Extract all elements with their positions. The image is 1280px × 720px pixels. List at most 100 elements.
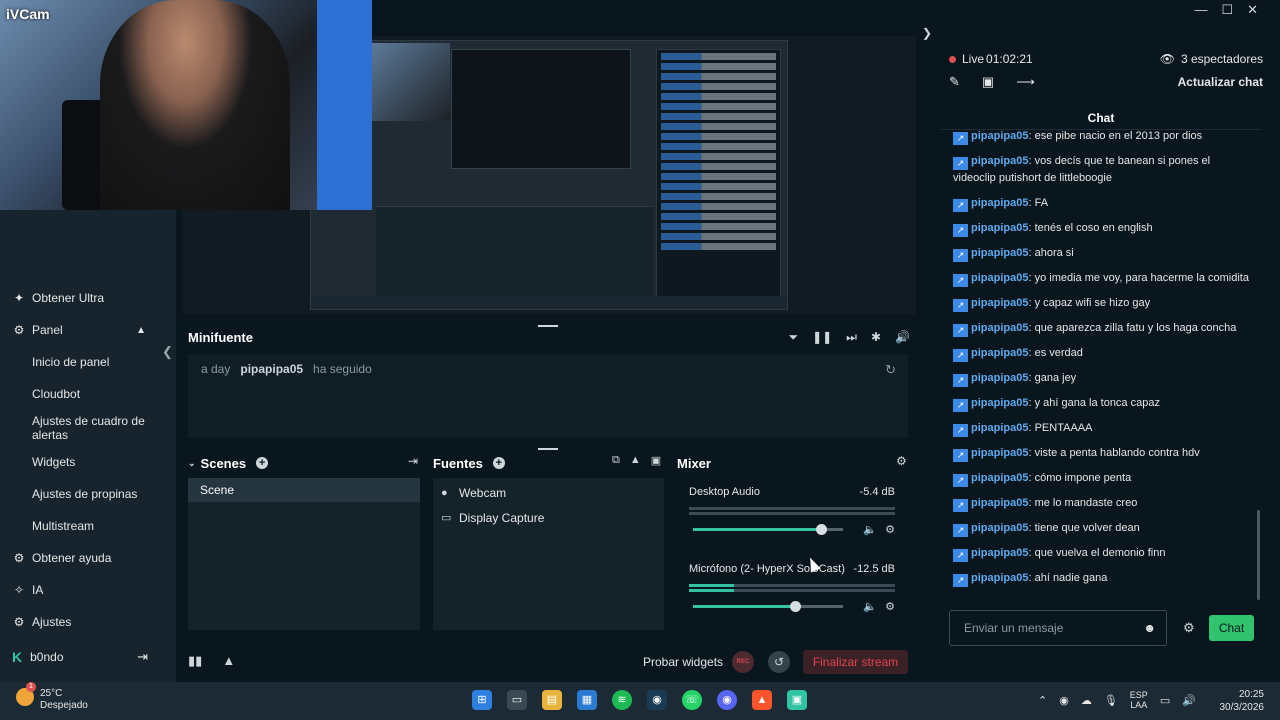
refresh-chat-button[interactable]: Actualizar chat [1178,75,1263,89]
scene-transitions-icon[interactable]: ⇥ [408,454,418,468]
microphone-icon[interactable]: 🎙 [1104,694,1118,707]
popout-icon[interactable]: ▣ [982,74,994,90]
chat-username[interactable]: pipapipa05 [971,447,1028,459]
store-icon[interactable]: ▦ [577,690,597,710]
start-icon[interactable]: ⊞ [472,690,492,710]
whatsapp-icon[interactable]: ☏ [682,690,702,710]
source-item-display-capture[interactable]: ▭ Display Capture [433,505,664,530]
sidebar-item-cloudbot[interactable]: Cloudbot [0,378,176,410]
speaker-icon[interactable]: 🔈 [863,600,877,613]
sidebar-item-ajustes-propinas[interactable]: Ajustes de propinas [0,478,176,510]
test-widgets-button[interactable]: Probar widgets [643,655,723,669]
onedrive-icon[interactable]: ☁ [1081,694,1092,707]
sidebar-item-multistream[interactable]: Multistream [0,510,176,542]
mixer-settings-icon[interactable]: ⚙ [896,454,907,468]
chat-username[interactable]: pipapipa05 [971,422,1028,434]
filter-icon[interactable]: ⏷ [788,330,798,345]
record-button[interactable]: REC [732,651,754,673]
chat-input[interactable]: Enviar un mensaje ☻ [949,610,1167,646]
minimize-icon[interactable]: — [1194,2,1207,18]
replay-event-icon[interactable]: ↻ [885,362,896,378]
sidebar-item-obtener-ayuda[interactable]: ⚙ Obtener ayuda [0,542,176,574]
stats-icon[interactable]: ▮▮ [188,653,202,669]
volume-icon[interactable]: 🔊 [895,330,910,345]
volume-slider-knob[interactable] [815,524,827,535]
close-icon[interactable]: ✕ [1247,2,1258,18]
notifications-icon[interactable]: ▲ [222,653,235,669]
chat-username[interactable]: pipapipa05 [971,497,1028,509]
chat-username[interactable]: pipapipa05 [971,247,1028,259]
expand-chat-icon[interactable]: ❯ [922,26,932,40]
source-item-webcam[interactable]: ● Webcam [433,480,664,505]
sidebar-item-ajustes-alertas[interactable]: Ajustes de cuadro de alertas [0,410,176,446]
collapse-sidebar-icon[interactable]: ❮ [162,344,173,360]
source-folder-icon[interactable]: ▣ [651,454,661,467]
speaker-icon[interactable]: 🔈 [863,523,877,536]
chat-username[interactable]: pipapipa05 [971,297,1028,309]
volume-slider-knob[interactable] [790,601,801,612]
language-indicator[interactable]: ESP LAA [1130,690,1148,710]
chat-username[interactable]: pipapipa05 [971,130,1028,142]
chevron-down-icon[interactable]: ⌄ [188,458,196,469]
add-scene-icon[interactable]: + [256,457,269,469]
steam-icon[interactable]: ◉ [647,690,667,710]
skip-icon[interactable]: ⏭ [846,330,857,345]
event-user[interactable]: pipapipa05 [240,362,303,376]
chat-username[interactable]: pipapipa05 [971,322,1028,334]
chat-username[interactable]: pipapipa05 [971,472,1028,484]
chat-username[interactable]: pipapipa05 [971,572,1028,584]
discord-tray-icon[interactable]: ◉ [1059,694,1069,707]
chat-settings-icon[interactable]: ⚙ [1183,620,1195,636]
discord-icon[interactable]: ◉ [717,690,737,710]
weather-widget[interactable]: 1 25°C Despejado [16,682,88,712]
scene-item[interactable]: Scene [188,478,420,502]
logout-icon[interactable]: ⇥ [137,649,148,665]
share-icon[interactable]: ⟶ [1016,74,1035,90]
brave-icon[interactable]: ▲ [752,690,772,710]
channel-settings-icon[interactable]: ⚙ [885,600,895,613]
streamlabs-icon[interactable]: ▣ [787,690,807,710]
sidebar-item-ajustes[interactable]: ⚙ Ajustes [0,606,176,638]
chat-username[interactable]: pipapipa05 [971,222,1028,234]
sidebar-item-inicio-de-panel[interactable]: Inicio de panel [0,346,176,378]
minifuente-panel: Minifuente ⏷ ❚❚ ⏭ ✱ 🔊 a day pipapipa05 h… [180,322,916,442]
group-source-icon[interactable]: ▲ [630,454,641,467]
chat-username[interactable]: pipapipa05 [971,272,1028,284]
live-label: Live [962,52,985,66]
end-stream-button[interactable]: Finalizar stream [803,650,908,674]
emoji-icon[interactable]: ☻ [1143,621,1156,635]
chevron-up-icon[interactable]: ▲ [136,325,146,336]
task-view-icon[interactable]: ▭ [507,690,527,710]
sidebar-item-ia[interactable]: ✧ IA [0,574,176,606]
user-account[interactable]: K b0ndo ⇥ [0,640,176,674]
chat-username[interactable]: pipapipa05 [971,397,1028,409]
chat-username[interactable]: pipapipa05 [971,522,1028,534]
system-clock[interactable]: 20:25 30/3/2026 [1220,688,1265,714]
chat-username[interactable]: pipapipa05 [971,547,1028,559]
spotify-icon[interactable]: ≋ [612,690,632,710]
source-label: Display Capture [459,510,545,525]
chat-username[interactable]: pipapipa05 [971,197,1028,209]
maximize-icon[interactable]: ☐ [1221,2,1233,18]
show-hidden-icons-icon[interactable]: ⌃ [1038,694,1047,707]
channel-settings-icon[interactable]: ⚙ [885,523,895,536]
volume-tray-icon[interactable]: 🔊 [1182,694,1196,707]
chat-scrollbar[interactable] [1257,510,1260,600]
network-icon[interactable]: ▭ [1160,694,1170,707]
chat-username[interactable]: pipapipa05 [971,155,1028,167]
replay-buffer-icon[interactable]: ↺ [768,651,790,673]
send-chat-button[interactable]: Chat [1209,615,1254,641]
sidebar-item-obtener-ultra[interactable]: ✦ Obtener Ultra [0,282,176,314]
volume-slider[interactable] [693,601,843,612]
volume-slider[interactable] [693,524,843,535]
edit-stream-icon[interactable]: ✎ [949,74,960,90]
pause-icon[interactable]: ❚❚ [812,330,832,345]
chat-username[interactable]: pipapipa05 [971,347,1028,359]
file-explorer-icon[interactable]: ▤ [542,690,562,710]
sidebar-item-panel[interactable]: ⚙ Panel ▲ [0,314,176,346]
add-source-icon[interactable]: + [492,457,505,469]
sidebar-item-widgets[interactable]: Widgets [0,446,176,478]
chat-username[interactable]: pipapipa05 [971,372,1028,384]
mute-alerts-icon[interactable]: ✱ [871,330,881,345]
copy-source-icon[interactable]: ⧉ [612,454,620,467]
